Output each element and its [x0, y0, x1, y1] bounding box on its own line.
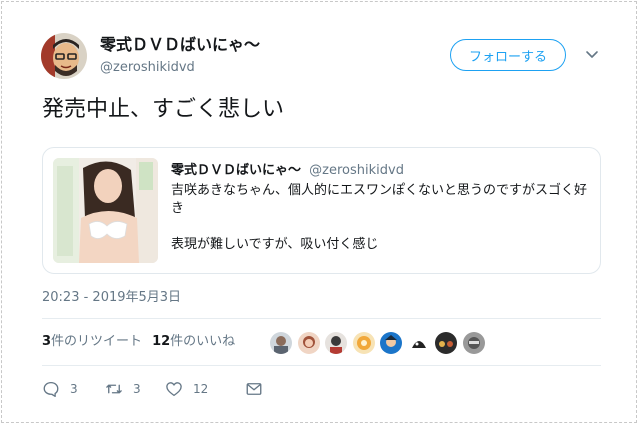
author-display-name[interactable]: 零式ＤＶＤばいにゃ〜 [100, 35, 260, 55]
reply-count: 3 [70, 382, 78, 396]
like-stat[interactable]: 12件のいいね [152, 334, 235, 350]
retweet-count: 3 [133, 382, 141, 396]
author-handle[interactable]: @zeroshikidvd [100, 60, 195, 76]
quoted-text-line2: 表現が難しいですが、吸い付く感じ [171, 237, 379, 252]
quoted-tweet-header: 零式ＤＶＤばいにゃ〜 @zeroshikidvd [171, 163, 404, 179]
quoted-author-handle[interactable]: @zeroshikidvd [309, 163, 404, 178]
liker-avatars [268, 330, 488, 356]
liker-avatar[interactable] [350, 330, 377, 356]
retweet-stat-count: 3 [42, 334, 52, 349]
tweet-text: 発売中止、すごく悲しい [42, 97, 285, 122]
like-count: 12 [193, 382, 209, 396]
quoted-text-line1: 吉咲あきなちゃん、個人的にエスワンぽくないと思うのですがスゴく好き [171, 183, 588, 216]
divider [42, 365, 601, 366]
liker-avatar[interactable] [405, 330, 432, 356]
retweet-icon [106, 384, 122, 394]
reply-button[interactable]: 3 [42, 380, 105, 398]
quoted-tweet[interactable]: 零式ＤＶＤばいにゃ〜 @zeroshikidvd 吉咲あきなちゃん、個人的にエス… [42, 147, 601, 274]
follow-button[interactable]: フォローする [450, 39, 566, 71]
like-stat-label: 件のいいね [170, 334, 236, 349]
liker-avatar[interactable] [433, 330, 459, 356]
tweet-actions: 3 3 12 [42, 379, 263, 399]
tweet-card: 零式ＤＶＤばいにゃ〜 @zeroshikidvd フォローする 発売中止、すごく… [1, 1, 637, 423]
divider [42, 318, 601, 319]
chevron-down-icon[interactable] [584, 46, 600, 62]
retweet-button[interactable]: 3 [105, 380, 165, 398]
liker-avatar[interactable] [268, 330, 294, 356]
liker-avatar[interactable] [323, 330, 349, 356]
retweet-stat[interactable]: 3件のリツイート [42, 334, 142, 350]
engagement-stats: 3件のリツイート 12件のいいね [42, 334, 245, 350]
quoted-author-name[interactable]: 零式ＤＶＤばいにゃ〜 [171, 163, 301, 178]
envelope-icon [246, 383, 262, 395]
heart-icon [166, 382, 182, 397]
tweet-timestamp[interactable]: 20:23 - 2019年5月3日 [42, 290, 181, 306]
quoted-tweet-text: 吉咲あきなちゃん、個人的にエスワンぽくないと思うのですがスゴく好き 表現が難しい… [171, 182, 595, 254]
author-avatar[interactable] [41, 33, 87, 79]
quoted-tweet-image[interactable] [53, 158, 158, 263]
liker-avatar[interactable] [378, 330, 404, 356]
like-button[interactable]: 12 [165, 380, 245, 398]
liker-avatar[interactable] [295, 330, 322, 356]
like-stat-count: 12 [152, 334, 171, 349]
retweet-stat-label: 件のリツイート [51, 334, 143, 349]
liker-avatar[interactable] [460, 330, 487, 356]
reply-icon [43, 381, 59, 398]
message-button[interactable] [245, 380, 263, 398]
